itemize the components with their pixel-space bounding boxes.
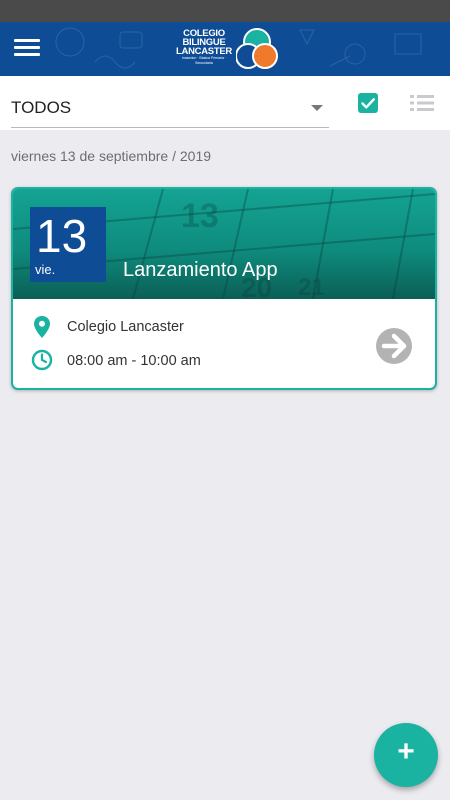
plus-icon: + [397,735,415,768]
category-filter-select[interactable]: TODOS [11,92,329,128]
event-title: Lanzamiento App [123,259,278,281]
logo-line-3: LANCASTER [176,46,232,57]
checkbox-checked-icon [358,93,378,113]
filter-selected-value: TODOS [11,98,72,117]
event-day-number: 13 [36,210,88,262]
dropdown-caret-icon [311,105,323,111]
hamburger-menu-icon [12,39,42,56]
arrow-right-circle-icon [376,328,412,364]
status-bar [0,0,450,22]
svg-text:21: 21 [298,274,325,299]
date-heading: viernes 13 de septiembre / 2019 [11,148,212,164]
add-event-button[interactable]: + [374,723,438,787]
map-pin-icon [34,316,50,338]
event-card[interactable]: 13 20 21 13 vie. Lanzamiento App Colegio… [11,187,437,390]
event-time: 08:00 am - 10:00 am [67,353,201,369]
logo-tagline: Inasedon · Básica Primaria · Secundaria [181,56,227,65]
svg-text:13: 13 [181,197,219,235]
menu-button[interactable] [12,35,42,63]
school-logo: COLEGIO BILINGUE LANCASTER Inasedon · Bá… [174,27,278,71]
list-view-icon [410,95,434,111]
checked-view-button[interactable] [358,93,378,113]
open-event-button[interactable] [375,327,413,365]
event-location: Colegio Lancaster [67,319,184,335]
event-date-badge: 13 vie. [30,207,106,282]
logo-emblem-icon [236,28,278,69]
list-view-button[interactable] [410,94,434,112]
event-card-header: 13 20 21 13 vie. Lanzamiento App [13,189,435,299]
event-weekday: vie. [35,262,56,277]
clock-icon [31,349,53,371]
app-bar: COLEGIO BILINGUE LANCASTER Inasedon · Bá… [0,22,450,76]
